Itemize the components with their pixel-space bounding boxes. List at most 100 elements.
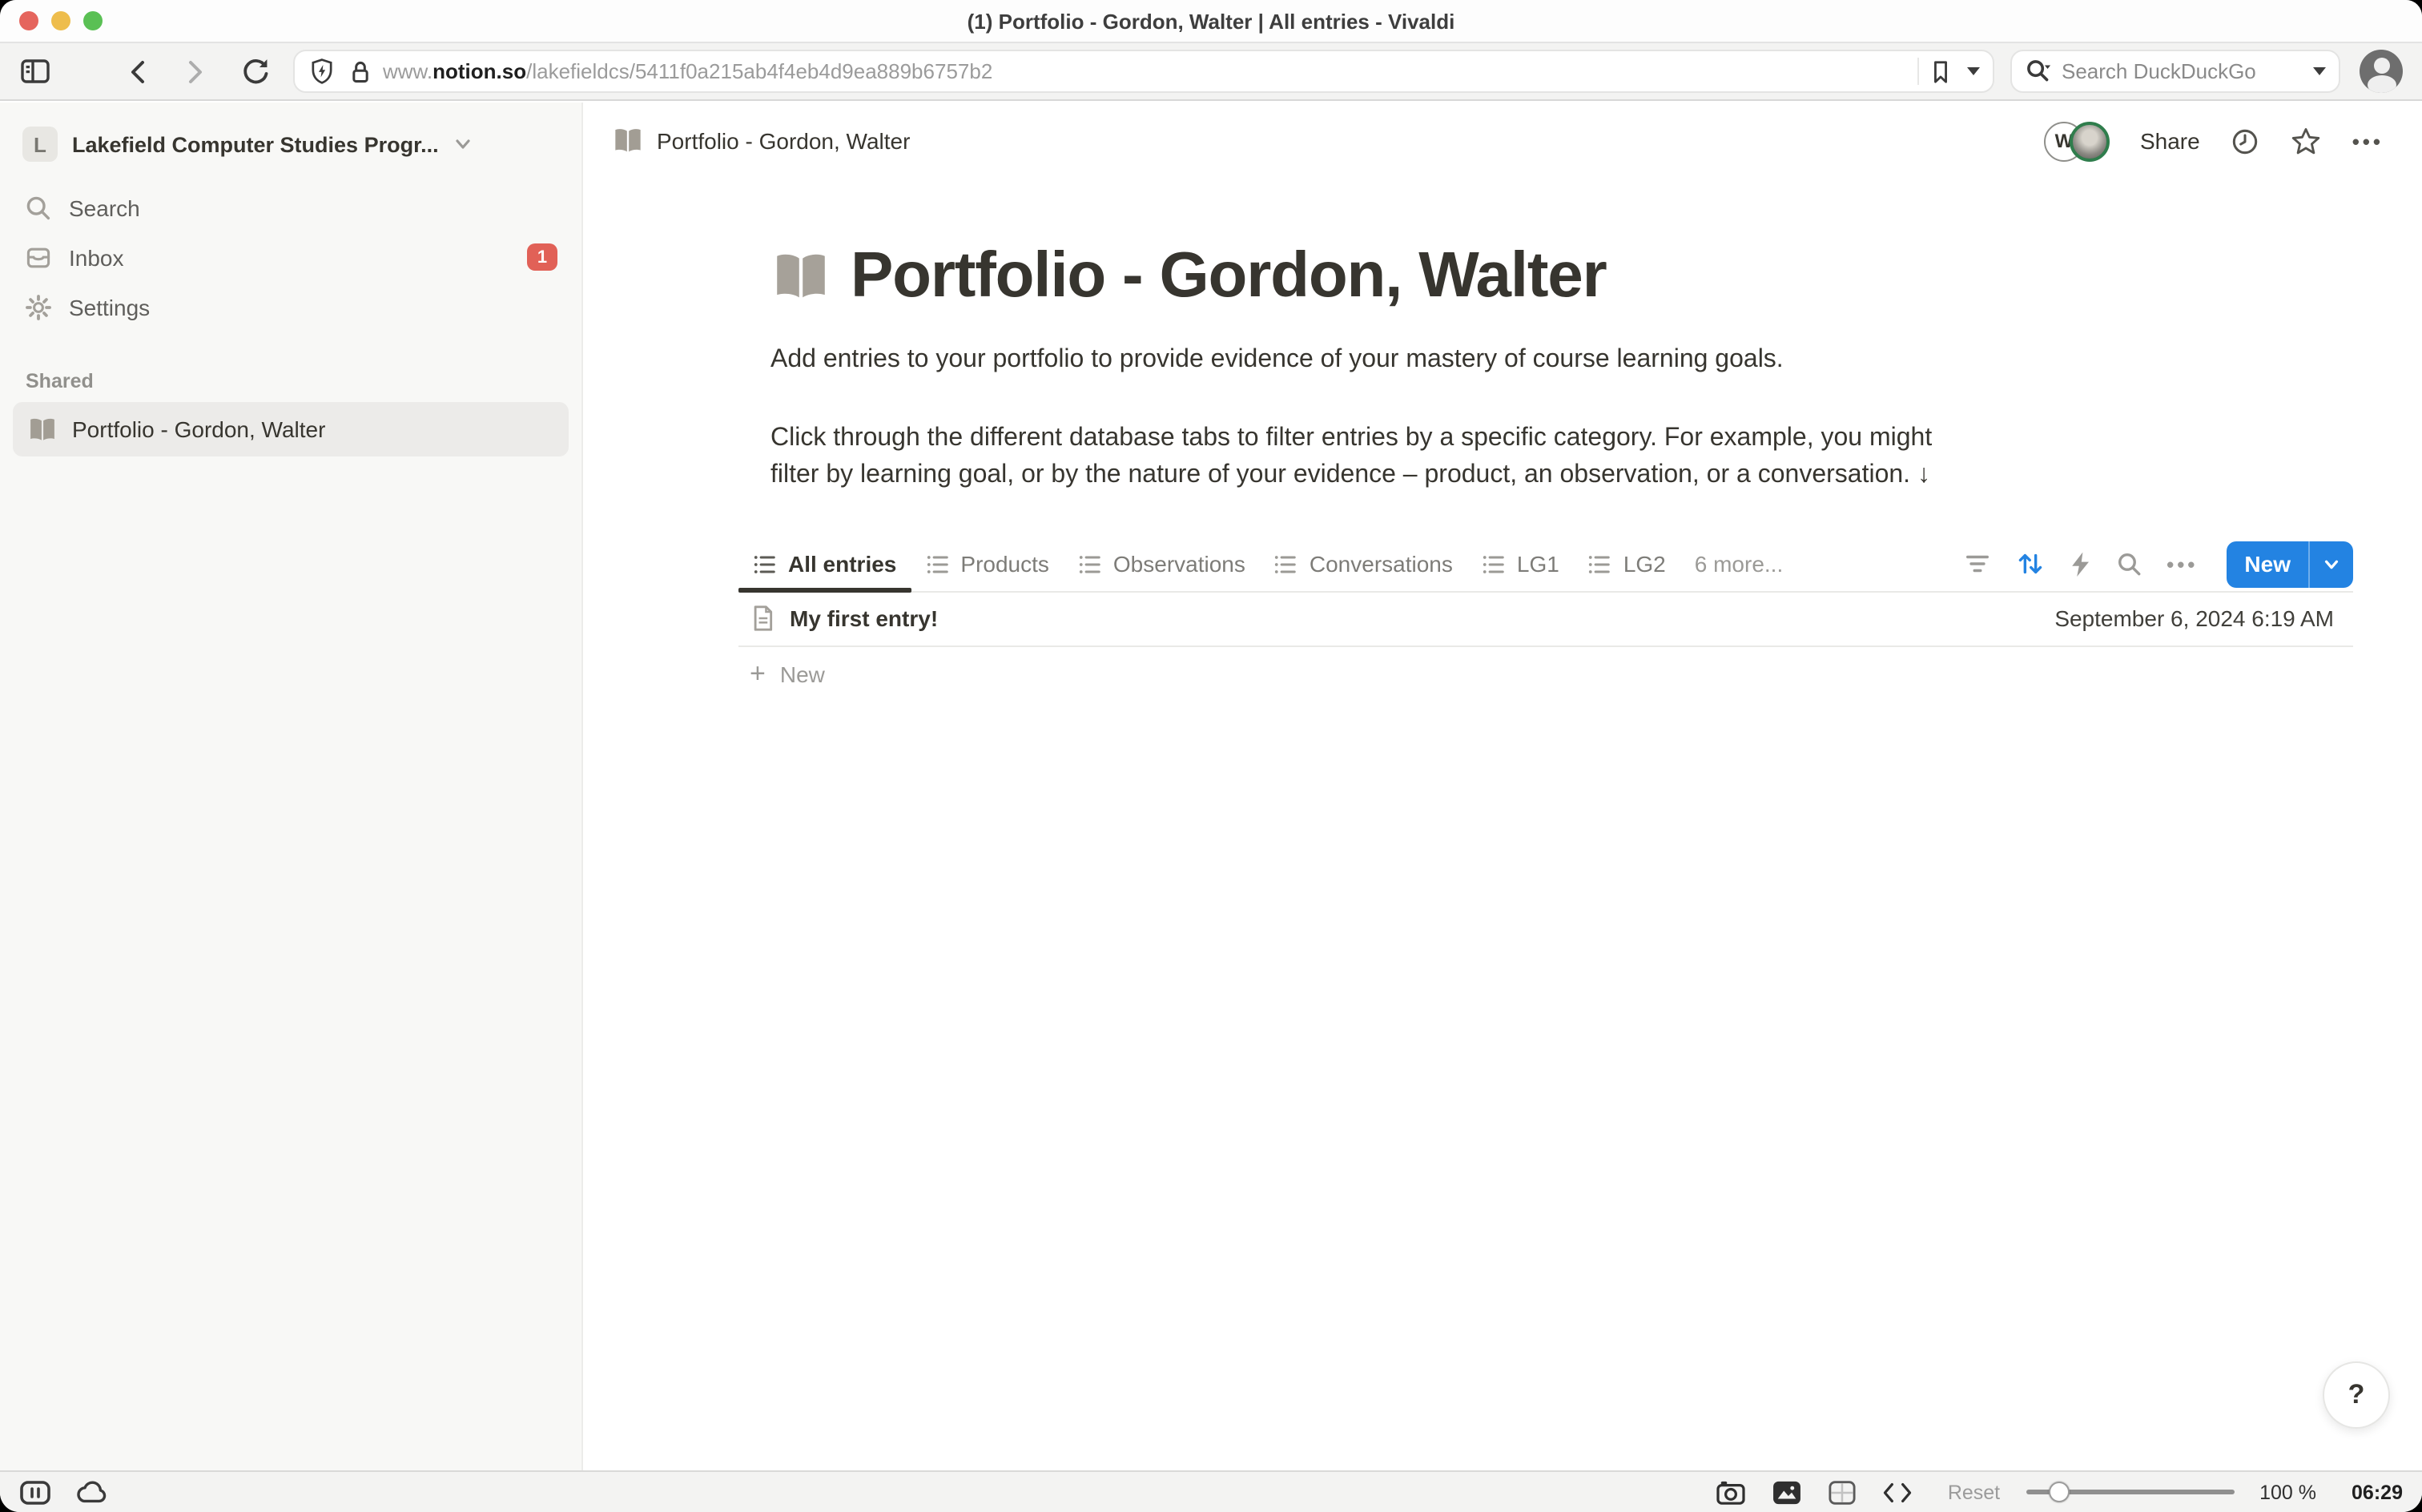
search-engine-icon[interactable] (2025, 58, 2052, 85)
list-view-icon (1078, 552, 1102, 576)
entry-date: September 6, 2024 6:19 AM (2054, 605, 2334, 631)
new-dropdown-icon[interactable] (2310, 541, 2353, 587)
sidebar-item-settings[interactable]: Settings (0, 282, 581, 332)
bookmark-dropdown-icon[interactable] (1967, 67, 1980, 75)
tiling-grid-icon[interactable] (1828, 1479, 1857, 1505)
page-actions-image-icon[interactable] (1772, 1479, 1802, 1505)
list-view-icon (1482, 552, 1506, 576)
workspace-avatar: L (22, 127, 58, 162)
list-view-icon (925, 552, 949, 576)
tab-label: LG2 (1623, 551, 1666, 577)
list-view-icon (1274, 552, 1298, 576)
notion-content: Portfolio - Gordon, Walter W Share ••• (583, 103, 2422, 1470)
url-text: www.notion.so/lakefieldcs/5411f0a215ab4f… (383, 59, 1908, 83)
automation-lightning-icon[interactable] (2069, 550, 2091, 577)
page-title[interactable]: Portfolio - Gordon, Walter (851, 240, 1607, 312)
entry-title[interactable]: My first entry! (790, 605, 938, 631)
star-icon[interactable] (2291, 126, 2322, 156)
developer-code-icon[interactable] (1882, 1481, 1913, 1503)
tab-label: Observations (1113, 551, 1245, 577)
page-open-book-icon[interactable] (770, 246, 831, 307)
new-button-label: New (2227, 541, 2308, 587)
chevron-down-icon[interactable] (453, 135, 473, 154)
field-divider (1917, 58, 1919, 85)
database-collection: All entries Products Observations C (738, 537, 2353, 701)
viewer-avatars[interactable]: W (2044, 121, 2110, 161)
zoom-slider[interactable] (2026, 1471, 2234, 1512)
breadcrumb[interactable]: Portfolio - Gordon, Walter (612, 125, 910, 157)
database-tab-strip: All entries Products Observations C (738, 537, 2353, 592)
tab-observations[interactable]: Observations (1064, 537, 1260, 590)
tab-products[interactable]: Products (911, 537, 1064, 590)
sidebar-item-label: Portfolio - Gordon, Walter (72, 416, 325, 442)
new-entry-button[interactable]: New (2227, 541, 2353, 587)
back-icon[interactable] (125, 57, 151, 86)
breadcrumb-label: Portfolio - Gordon, Walter (657, 128, 910, 154)
more-options-icon[interactable]: ••• (2352, 129, 2384, 153)
notion-sidebar: L Lakefield Computer Studies Progr... Se… (0, 103, 583, 1470)
table-row[interactable]: My first entry! September 6, 2024 6:19 A… (738, 592, 2353, 646)
url-prefix: www. (383, 59, 432, 83)
sidebar-item-inbox[interactable]: Inbox 1 (0, 232, 581, 282)
browser-window: (1) Portfolio - Gordon, Walter | All ent… (0, 0, 2422, 1512)
plus-icon: + (750, 660, 766, 687)
search-engine-dropdown-icon[interactable] (2313, 67, 2326, 75)
capture-camera-icon[interactable] (1716, 1479, 1746, 1505)
open-book-icon (27, 414, 58, 444)
sidebar-item-label: Inbox (69, 244, 124, 270)
window-title: (1) Portfolio - Gordon, Walter | All ent… (0, 9, 2422, 33)
url-domain: notion.so (432, 59, 526, 83)
reload-icon[interactable] (240, 56, 271, 86)
search-box[interactable] (2010, 50, 2340, 93)
shield-icon[interactable] (308, 56, 336, 86)
panel-toggle-icon[interactable] (19, 56, 51, 86)
avatar-photo (2070, 121, 2110, 161)
forward-icon[interactable] (183, 57, 208, 86)
add-row-label: New (780, 661, 825, 686)
list-view-icon (1588, 552, 1612, 576)
lock-icon (348, 57, 373, 86)
search-input[interactable] (2062, 59, 2303, 83)
search-icon[interactable] (2115, 550, 2142, 577)
page-topbar: Portfolio - Gordon, Walter W Share ••• (583, 103, 2422, 179)
browser-profile-avatar[interactable] (2360, 50, 2403, 93)
search-icon (24, 193, 53, 222)
sort-icon[interactable] (2014, 549, 2045, 578)
help-button[interactable]: ? (2323, 1361, 2390, 1429)
view-options-icon[interactable]: ••• (2167, 552, 2198, 576)
workspace-name: Lakefield Computer Studies Progr... (72, 132, 439, 156)
tab-conversations[interactable]: Conversations (1260, 537, 1467, 590)
clock-icon[interactable] (2231, 126, 2261, 156)
sidebar-section-shared: Shared (0, 370, 581, 392)
filter-icon[interactable] (1963, 551, 1990, 577)
window-titlebar: (1) Portfolio - Gordon, Walter | All ent… (0, 0, 2422, 43)
zoom-reset-button[interactable]: Reset (1948, 1481, 2000, 1503)
page-paragraph[interactable]: Add entries to your portfolio to provide… (770, 341, 1975, 378)
tab-lg2[interactable]: LG2 (1574, 537, 1680, 590)
browser-statusbar: Reset 100 % 06:29 (0, 1470, 2422, 1512)
bookmark-icon[interactable] (1929, 57, 1953, 86)
tab-lg1[interactable]: LG1 (1467, 537, 1574, 590)
browser-toolbar: www.notion.so/lakefieldcs/5411f0a215ab4f… (0, 43, 2422, 101)
share-button[interactable]: Share (2140, 128, 2200, 154)
sidebar-item-portfolio[interactable]: Portfolio - Gordon, Walter (13, 402, 569, 456)
tab-all-entries[interactable]: All entries (738, 537, 911, 590)
tabs-more-button[interactable]: 6 more... (1680, 551, 1798, 577)
url-path: /lakefieldcs/5411f0a215ab4f4eb4d9ea889b6… (526, 59, 992, 83)
sidebar-item-label: Search (69, 195, 140, 220)
address-bar[interactable]: www.notion.so/lakefieldcs/5411f0a215ab4f… (293, 50, 1994, 93)
sidebar-item-search[interactable]: Search (0, 183, 581, 232)
status-clock: 06:29 (2352, 1481, 2403, 1503)
panel-pause-icon[interactable] (19, 1479, 51, 1505)
tab-label: Products (960, 551, 1049, 577)
add-new-row-button[interactable]: + New (738, 646, 2353, 701)
zoom-slider-thumb[interactable] (2048, 1482, 2069, 1502)
page-doc-icon (750, 604, 775, 633)
tab-label: LG1 (1517, 551, 1559, 577)
workspace-switcher[interactable]: L Lakefield Computer Studies Progr... (0, 120, 581, 168)
page-paragraph[interactable]: Click through the different database tab… (770, 420, 1975, 494)
sync-cloud-icon[interactable] (75, 1480, 109, 1504)
inbox-icon (24, 243, 53, 271)
page-title-block: Portfolio - Gordon, Walter (770, 240, 2422, 312)
tab-label: All entries (788, 551, 896, 577)
